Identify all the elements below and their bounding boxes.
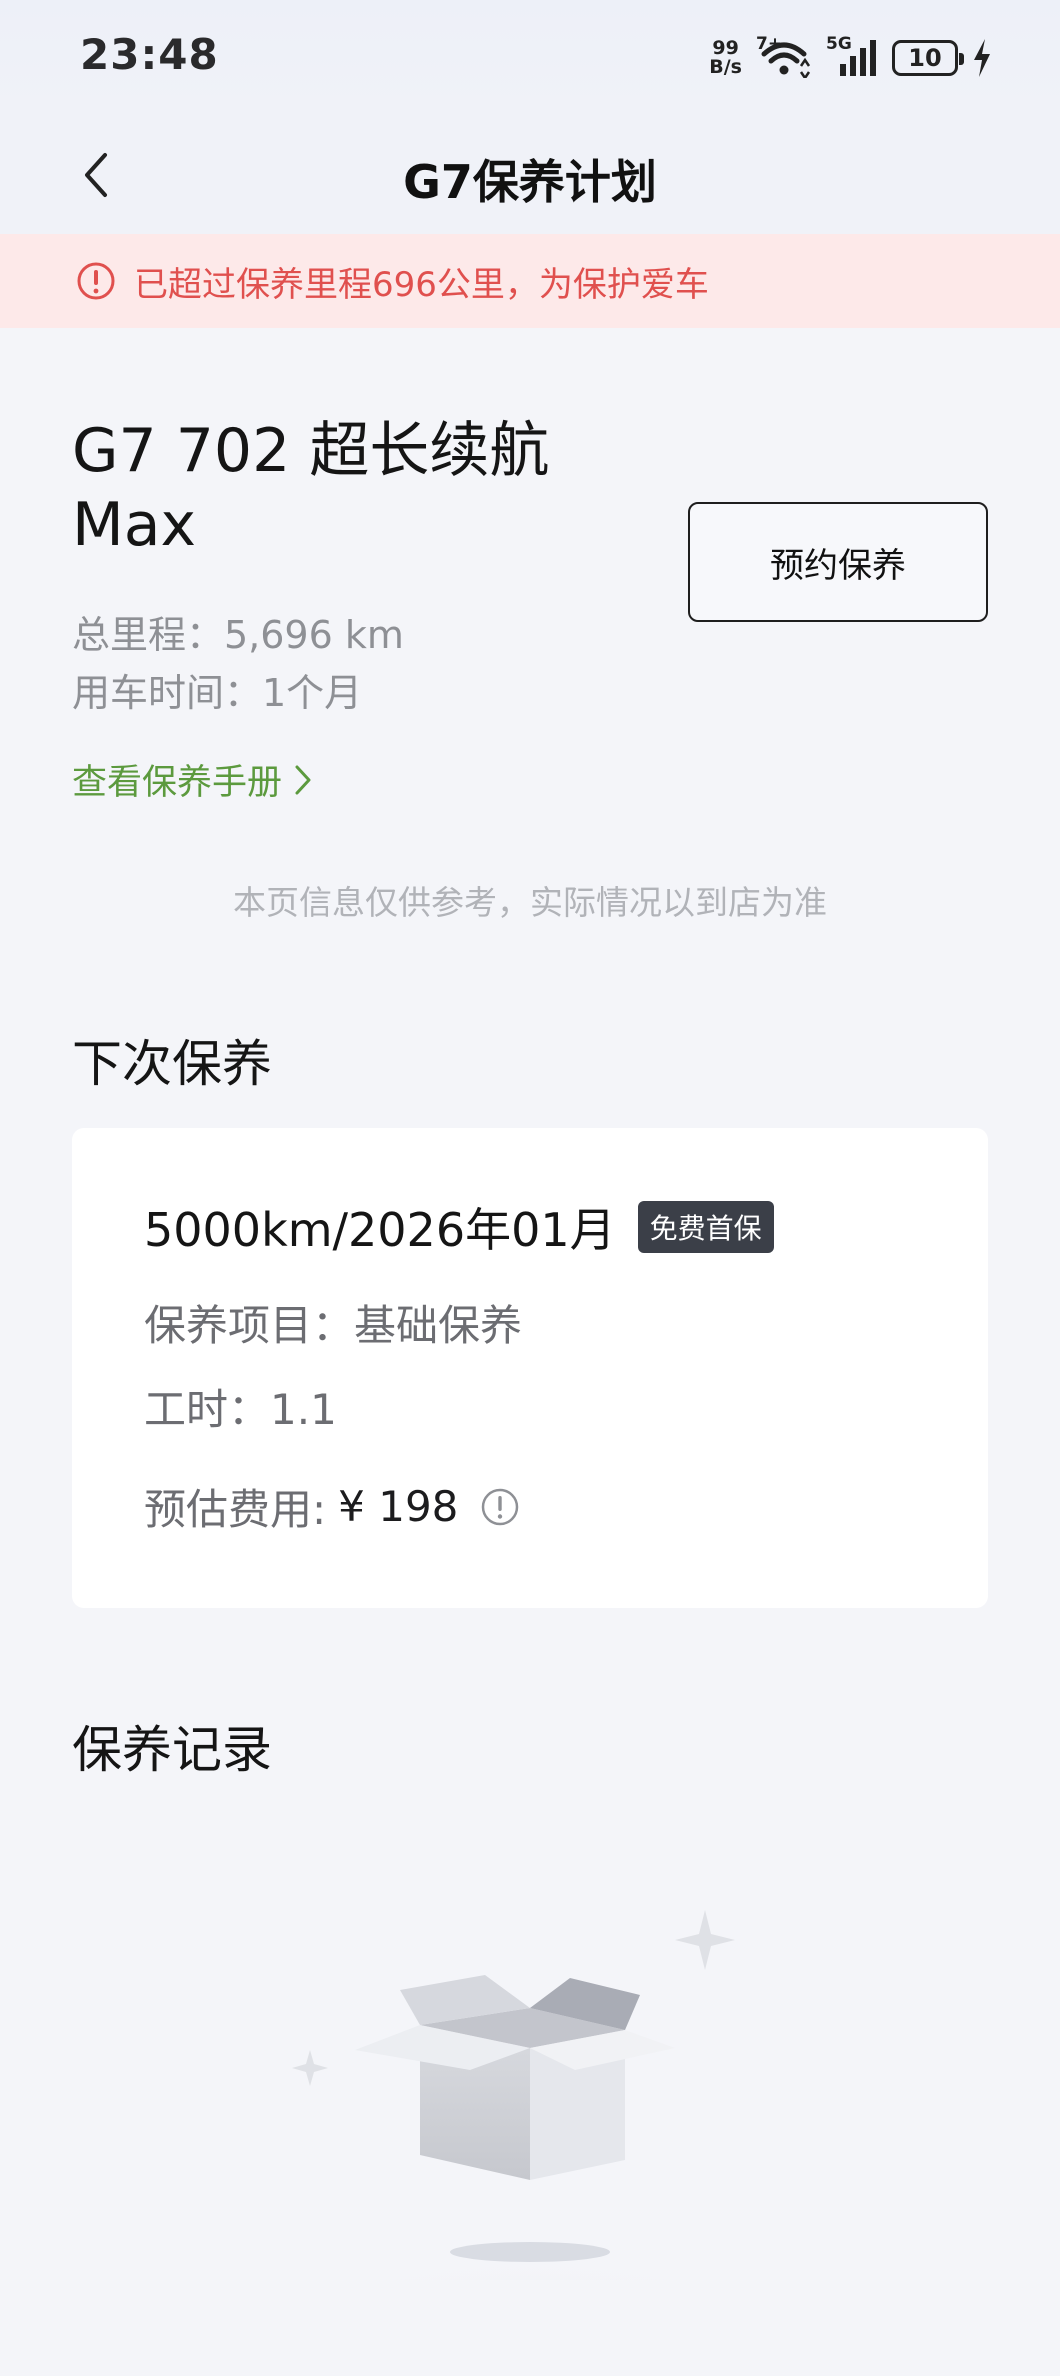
- wifi-icon: 7+: [756, 34, 812, 81]
- next-maintenance-title: 下次保养: [72, 1035, 272, 1093]
- maintenance-records-title: 保养记录: [72, 1721, 272, 1779]
- view-manual-label: 查看保养手册: [72, 763, 283, 803]
- disclaimer-text: 本页信息仅供参考，实际情况以到店为准: [233, 883, 827, 922]
- view-manual-link[interactable]: 查看保养手册: [72, 754, 312, 805]
- warning-text: 已超过保养里程696公里，为保护爱车: [134, 264, 709, 305]
- status-bar: 23:48 99 B/s 7+ 5G 10: [0, 0, 1060, 116]
- status-time: 23:48: [80, 30, 219, 79]
- free-first-service-badge: 免费首保: [637, 1201, 774, 1253]
- plan-mileage-date: 5000km/2026年01月: [144, 1203, 616, 1257]
- status-icons: 99 B/s 7+ 5G 10: [709, 34, 992, 81]
- estimated-cost-row: 预估费用: ¥ 198: [144, 1476, 520, 1537]
- estimated-cost-value: ¥ 198: [338, 1482, 459, 1531]
- vehicle-name: G7 702 超长续航 Max: [72, 414, 632, 562]
- book-maintenance-button[interactable]: 预约保养: [688, 502, 988, 622]
- estimated-cost-label: 预估费用:: [144, 1485, 327, 1534]
- chevron-right-icon: [295, 765, 311, 794]
- next-maintenance-card: 5000km/2026年01月 免费首保 保养项目：基础保养 工时：1.1 预估…: [72, 1128, 988, 1608]
- total-mileage: 总里程：5,696 km: [72, 613, 404, 657]
- signal-icon: 5G: [826, 34, 878, 78]
- nav-header: G7保养计划: [0, 116, 1060, 234]
- battery-level: 10: [908, 44, 942, 72]
- cost-info-icon[interactable]: [480, 1487, 520, 1527]
- net-speed-unit: B/s: [709, 56, 742, 78]
- signal-label: 5G: [826, 34, 852, 54]
- usage-time: 用车时间：1个月: [72, 671, 363, 715]
- battery-icon: 10: [892, 40, 964, 76]
- page-title: G7保养计划: [403, 155, 657, 209]
- net-speed: 99 B/s: [709, 39, 742, 77]
- plan-row: 5000km/2026年01月 免费首保: [144, 1194, 774, 1260]
- vehicle-name-line1: G7 702 超长续航: [72, 416, 550, 486]
- maintenance-items: 保养项目：基础保养: [144, 1301, 523, 1350]
- empty-box-illustration: [240, 1910, 820, 2280]
- mileage-warning-banner: 已超过保养里程696公里，为保护爱车: [0, 234, 1060, 328]
- charging-icon: [974, 39, 990, 77]
- info-circle-icon: [77, 262, 115, 300]
- maintenance-plan-page: 23:48 99 B/s 7+ 5G 10 G7保养计划 已超过保养里程696公…: [0, 0, 1060, 2376]
- vehicle-name-line2: Max: [72, 490, 197, 560]
- labor-hours: 工时：1.1: [144, 1385, 337, 1434]
- wifi-label: 7+: [756, 34, 783, 54]
